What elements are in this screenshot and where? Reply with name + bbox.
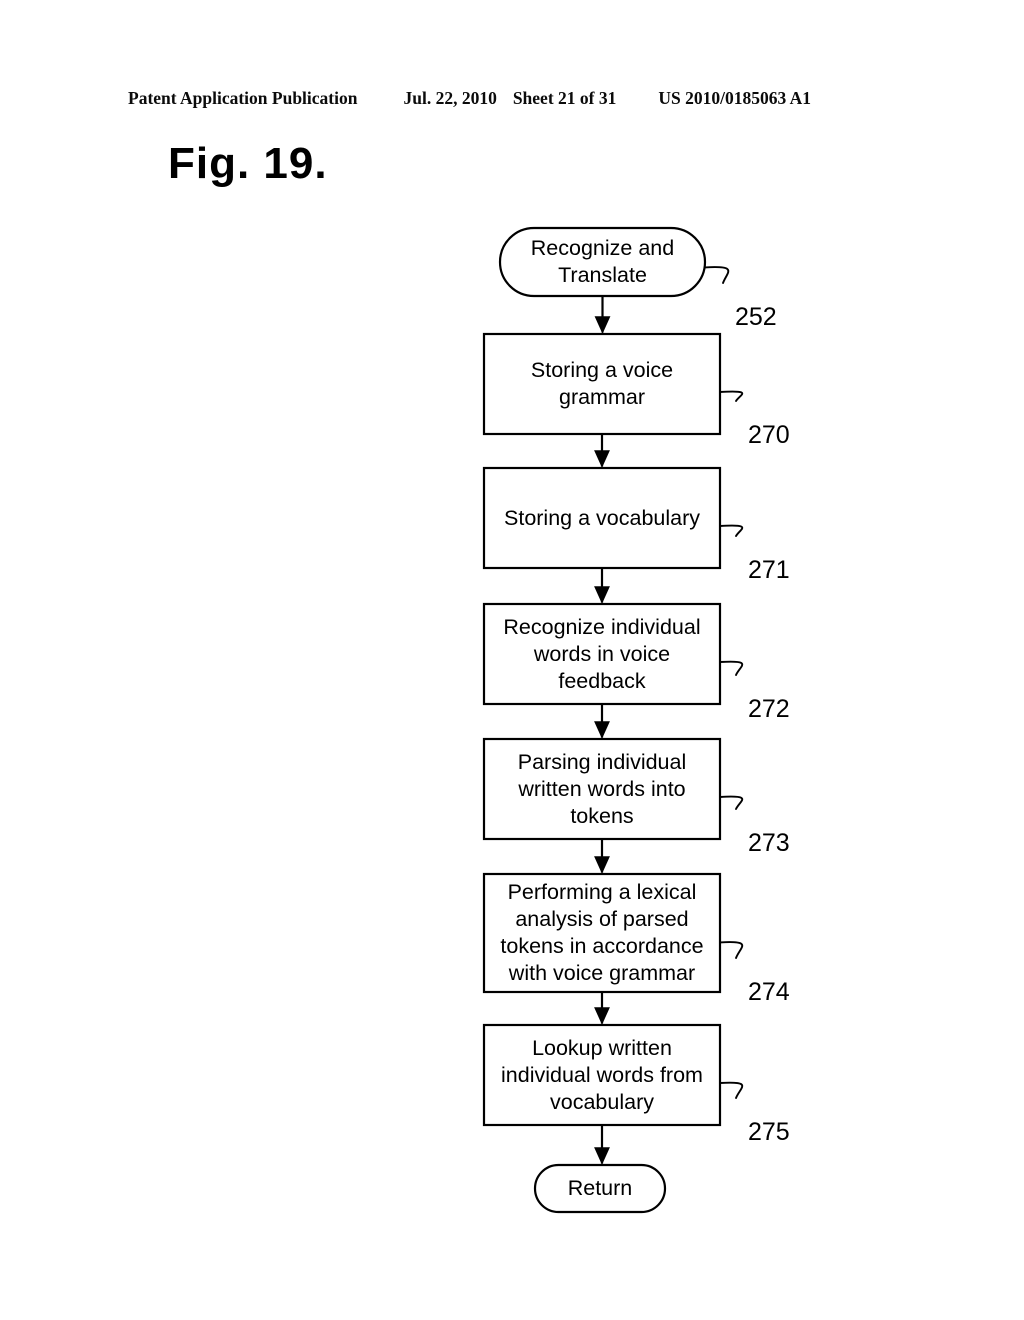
- node-shape-step-273: [482, 737, 722, 841]
- reference-number-272: 272: [748, 695, 790, 723]
- flowchart-canvas: [482, 226, 744, 1214]
- reference-number-273: 273: [748, 829, 790, 857]
- node-shape-step-272: [482, 602, 722, 706]
- node-shape-step-271: [482, 466, 722, 570]
- reference-number-252: 252: [735, 303, 777, 331]
- leader-line-275: [719, 1081, 744, 1099]
- node-shape-step-275: [482, 1023, 722, 1127]
- node-shape-step-274: [482, 872, 722, 994]
- leader-line-273: [719, 795, 744, 810]
- reference-number-275: 275: [748, 1118, 790, 1146]
- leader-line-274: [719, 941, 744, 959]
- reference-number-270: 270: [748, 421, 790, 449]
- flowchart-diagram: Recognize and Translate 252 Storing a voic…: [0, 0, 1024, 1320]
- reference-number-274: 274: [748, 978, 790, 1006]
- reference-number-271: 271: [748, 556, 790, 584]
- node-shape-step-270: [482, 332, 722, 436]
- leader-line-272: [719, 660, 744, 676]
- leader-line-271: [719, 524, 744, 537]
- node-shape-start: [498, 226, 707, 298]
- leader-line-270: [719, 390, 744, 402]
- leader-line-252: [704, 266, 730, 284]
- node-shape-return: [533, 1163, 667, 1214]
